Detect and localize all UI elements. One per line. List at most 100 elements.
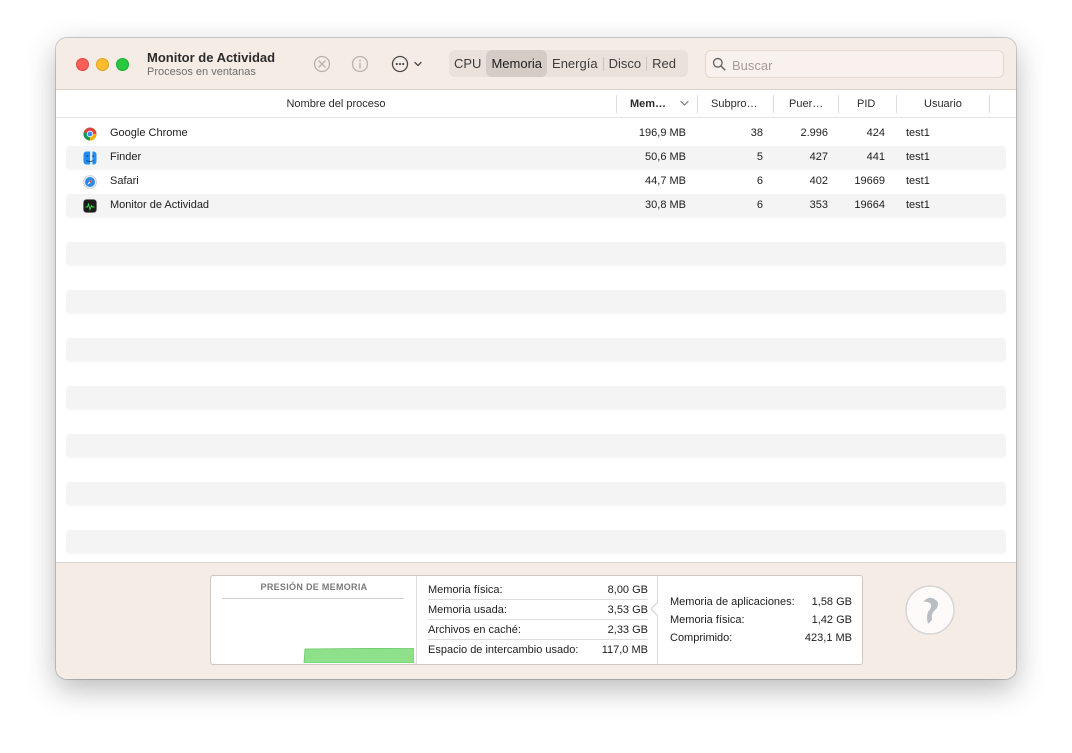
empty-row [66,242,1006,266]
column-header-name[interactable]: Nombre del proceso [56,91,616,117]
breakdown-value: 1,42 GB [811,614,852,626]
tab-cpu[interactable]: CPU [449,50,486,77]
search-input[interactable] [732,55,992,75]
sort-descending-icon [680,100,689,106]
breakdown-label: Comprimido: [670,632,733,644]
tab-memoria[interactable]: Memoria [486,50,548,77]
table-row[interactable]: Monitor de Actividad 30,8 MB 6 353 19664… [66,194,1006,218]
watermark-logo-icon [905,585,955,635]
empty-row [66,386,1006,410]
empty-row [66,362,1006,386]
stat-label: Memoria usada: [428,604,507,616]
breakdown-label: Memoria física: [670,614,745,626]
maximize-window-button[interactable] [116,58,129,71]
column-divider[interactable] [989,95,990,113]
column-divider[interactable] [616,95,617,113]
table-header: Nombre del proceso Mem… Subpro… Puer… PI… [56,91,1016,118]
divider [222,598,404,599]
search-field[interactable] [705,50,1004,78]
tab-disco[interactable]: Disco [604,50,647,77]
window-subtitle: Procesos en ventanas [147,66,256,78]
tab-bar: CPU Memoria Energía Disco Red [449,50,688,77]
info-icon[interactable] [350,54,370,74]
process-ports: 427 [809,151,828,163]
empty-row [66,290,1006,314]
stat-label: Archivos en caché: [428,624,521,636]
process-threads: 6 [756,175,763,187]
stat-row: Archivos en caché: 2,33 GB [428,620,648,640]
process-pid: 424 [866,127,885,139]
empty-row [66,338,1006,362]
process-user: test1 [906,127,930,139]
process-pid: 19669 [854,175,885,187]
finder-icon [83,151,97,165]
empty-row [66,458,1006,482]
breakdown-value: 1,58 GB [811,596,852,608]
tab-energia[interactable]: Energía [547,50,603,77]
stat-row: Espacio de intercambio usado: 117,0 MB [428,640,648,660]
table-row[interactable]: Safari 44,7 MB 6 402 19669 test1 [66,170,1006,194]
activity-monitor-icon [83,199,97,213]
column-header-ports[interactable]: Puer… [789,91,823,117]
toolbar: Monitor de Actividad Procesos en ventana… [56,38,1016,90]
breakdown-row: Comprimido: 423,1 MB [670,632,852,650]
table-row[interactable]: Google Chrome 196,9 MB 38 2.996 424 test… [66,122,1006,146]
process-threads: 6 [756,199,763,211]
close-window-button[interactable] [76,58,89,71]
empty-row [66,506,1006,530]
column-divider[interactable] [838,95,839,113]
column-divider[interactable] [697,95,698,113]
memory-summary-footer: PRESIÓN DE MEMORIA Memoria física: 8,00 … [56,562,1016,679]
process-user: test1 [906,175,930,187]
process-threads: 5 [756,151,763,163]
process-user: test1 [906,199,930,211]
process-pid: 19664 [854,199,885,211]
process-threads: 38 [750,127,763,139]
empty-row [66,482,1006,506]
process-pid: 441 [866,151,885,163]
stat-label: Memoria física: [428,584,503,596]
column-header-user[interactable]: Usuario [924,91,962,117]
process-ports: 353 [809,199,828,211]
stat-row: Memoria usada: 3,53 GB [428,600,648,620]
memory-pressure-label: PRESIÓN DE MEMORIA [260,582,368,592]
memory-pressure-section: PRESIÓN DE MEMORIA [211,576,417,664]
stop-process-icon[interactable] [312,54,332,74]
process-memory: 30,8 MB [645,199,686,211]
activity-monitor-window: Monitor de Actividad Procesos en ventana… [56,38,1016,679]
table-row[interactable]: Finder 50,6 MB 5 427 441 test1 [66,146,1006,170]
process-name: Monitor de Actividad [110,199,210,211]
empty-row [66,410,1006,434]
memory-summary-panel: PRESIÓN DE MEMORIA Memoria física: 8,00 … [210,575,863,665]
stat-value: 8,00 GB [607,584,648,596]
chrome-icon [83,127,97,141]
breakdown-label: Memoria de aplicaciones: [670,596,795,608]
empty-row [66,530,1006,554]
search-icon [712,57,726,71]
stat-value: 2,33 GB [607,624,648,636]
process-user: test1 [906,151,930,163]
empty-row [66,218,1006,242]
breakdown-row: Memoria de aplicaciones: 1,58 GB [670,596,852,614]
process-list: Google Chrome 196,9 MB 38 2.996 424 test… [66,122,1006,602]
process-name: Google Chrome [110,127,188,139]
breakdown-value: 423,1 MB [804,632,852,644]
column-header-memory[interactable]: Mem… [630,91,666,117]
minimize-window-button[interactable] [96,58,109,71]
column-divider[interactable] [773,95,774,113]
stat-label: Espacio de intercambio usado: [428,644,579,656]
column-divider[interactable] [896,95,897,113]
tab-red[interactable]: Red [647,50,681,77]
stat-value: 3,53 GB [607,604,648,616]
window-title: Monitor de Actividad [147,50,276,65]
empty-row [66,314,1006,338]
stat-row: Memoria física: 8,00 GB [428,580,648,600]
process-ports: 402 [809,175,828,187]
memory-used-breakdown: Memoria de aplicaciones: 1,58 GB Memoria… [651,576,862,664]
safari-icon [83,175,97,189]
ellipsis-menu-icon[interactable] [390,54,426,74]
column-header-threads[interactable]: Subpro… [711,91,757,117]
column-header-pid[interactable]: PID [857,91,875,117]
empty-row [66,434,1006,458]
process-name: Finder [110,151,142,163]
